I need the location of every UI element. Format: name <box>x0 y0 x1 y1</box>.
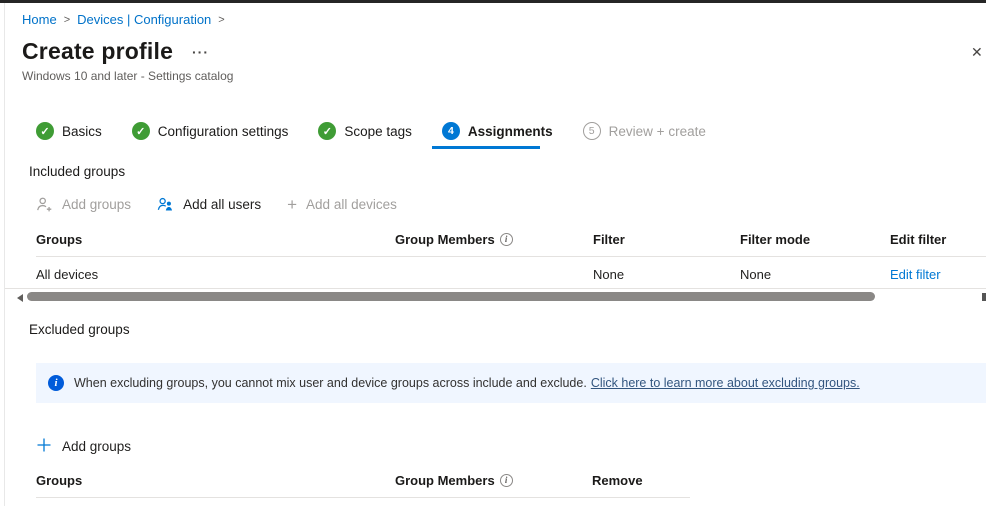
active-tab-underline <box>432 146 540 149</box>
group-members-label: Group Members <box>395 232 495 247</box>
excluded-table-header-divider <box>36 497 690 498</box>
add-groups-label: Add groups <box>62 197 131 212</box>
step-configuration-settings[interactable]: ✓ Configuration settings <box>132 122 289 140</box>
excluded-col-remove: Remove <box>592 473 643 488</box>
breadcrumb-home-link[interactable]: Home <box>22 12 57 27</box>
table-header-divider <box>36 256 986 257</box>
step-label: Basics <box>62 124 102 139</box>
breadcrumb: Home > Devices | Configuration > <box>22 12 225 27</box>
info-icon[interactable]: i <box>500 233 513 246</box>
excluded-col-groups: Groups <box>36 473 82 488</box>
group-members-label: Group Members <box>395 473 495 488</box>
included-col-groups: Groups <box>36 232 82 247</box>
step-basics[interactable]: ✓ Basics <box>36 122 102 140</box>
step-label: Assignments <box>468 124 553 139</box>
scrollbar-right-arrow-icon[interactable] <box>982 293 986 301</box>
create-profile-pane: Home > Devices | Configuration > Create … <box>0 0 986 506</box>
people-icon <box>157 196 174 213</box>
breadcrumb-separator: > <box>64 14 70 26</box>
add-all-devices-label: Add all devices <box>306 197 397 212</box>
included-groups-heading: Included groups <box>29 164 125 179</box>
step-scope-tags[interactable]: ✓ Scope tags <box>318 122 412 140</box>
excluded-groups-heading: Excluded groups <box>29 322 130 337</box>
add-all-devices-button: + Add all devices <box>287 196 397 213</box>
person-add-icon <box>36 196 53 213</box>
step-complete-check-icon: ✓ <box>318 122 336 140</box>
breadcrumb-devices-configuration-link[interactable]: Devices | Configuration <box>77 12 211 27</box>
step-assignments[interactable]: 4 Assignments <box>442 122 553 140</box>
page-subtitle: Windows 10 and later - Settings catalog <box>22 69 233 83</box>
included-col-filter-mode: Filter mode <box>740 232 810 247</box>
banner-learn-more-link[interactable]: Click here to learn more about excluding… <box>591 376 860 390</box>
included-col-filter: Filter <box>593 232 625 247</box>
banner-text: When excluding groups, you cannot mix us… <box>74 376 587 390</box>
wizard-steps: ✓ Basics ✓ Configuration settings ✓ Scop… <box>36 122 706 140</box>
plus-icon: + <box>287 196 297 213</box>
info-banner: i When excluding groups, you cannot mix … <box>36 363 986 403</box>
edit-filter-link[interactable]: Edit filter <box>890 267 941 282</box>
pane-left-border <box>4 3 5 506</box>
horizontal-scrollbar-thumb[interactable] <box>27 292 875 301</box>
included-col-group-members: Group Members i <box>395 232 513 247</box>
plus-icon <box>36 437 52 456</box>
included-col-edit-filter: Edit filter <box>890 232 946 247</box>
scrollbar-left-arrow-icon[interactable] <box>17 294 23 302</box>
filter-mode-cell: None <box>740 267 771 282</box>
step-review-create: 5 Review + create <box>583 122 706 140</box>
add-groups-button: Add groups <box>36 196 131 213</box>
top-window-bar <box>0 0 986 3</box>
step-complete-check-icon: ✓ <box>36 122 54 140</box>
step-label: Configuration settings <box>158 124 289 139</box>
close-icon[interactable]: ✕ <box>971 44 983 61</box>
excluded-add-groups-label: Add groups <box>62 439 131 454</box>
step-number-badge: 5 <box>583 122 601 140</box>
filter-cell: None <box>593 267 624 282</box>
group-cell-all-devices: All devices <box>36 267 98 282</box>
excluded-col-group-members: Group Members i <box>395 473 513 488</box>
step-label: Review + create <box>609 124 706 139</box>
excluded-add-groups-button[interactable]: Add groups <box>36 437 131 456</box>
context-menu-ellipsis-icon[interactable]: ··· <box>192 44 209 60</box>
info-icon[interactable]: i <box>500 474 513 487</box>
page-title: Create profile <box>22 38 173 65</box>
included-groups-command-bar: Add groups Add all users + Add all devic… <box>36 196 397 213</box>
add-all-users-label: Add all users <box>183 197 261 212</box>
info-icon: i <box>48 375 64 391</box>
step-label: Scope tags <box>344 124 412 139</box>
breadcrumb-separator: > <box>218 14 224 26</box>
add-all-users-button[interactable]: Add all users <box>157 196 261 213</box>
table-bottom-divider <box>5 288 986 289</box>
step-complete-check-icon: ✓ <box>132 122 150 140</box>
step-number-badge: 4 <box>442 122 460 140</box>
